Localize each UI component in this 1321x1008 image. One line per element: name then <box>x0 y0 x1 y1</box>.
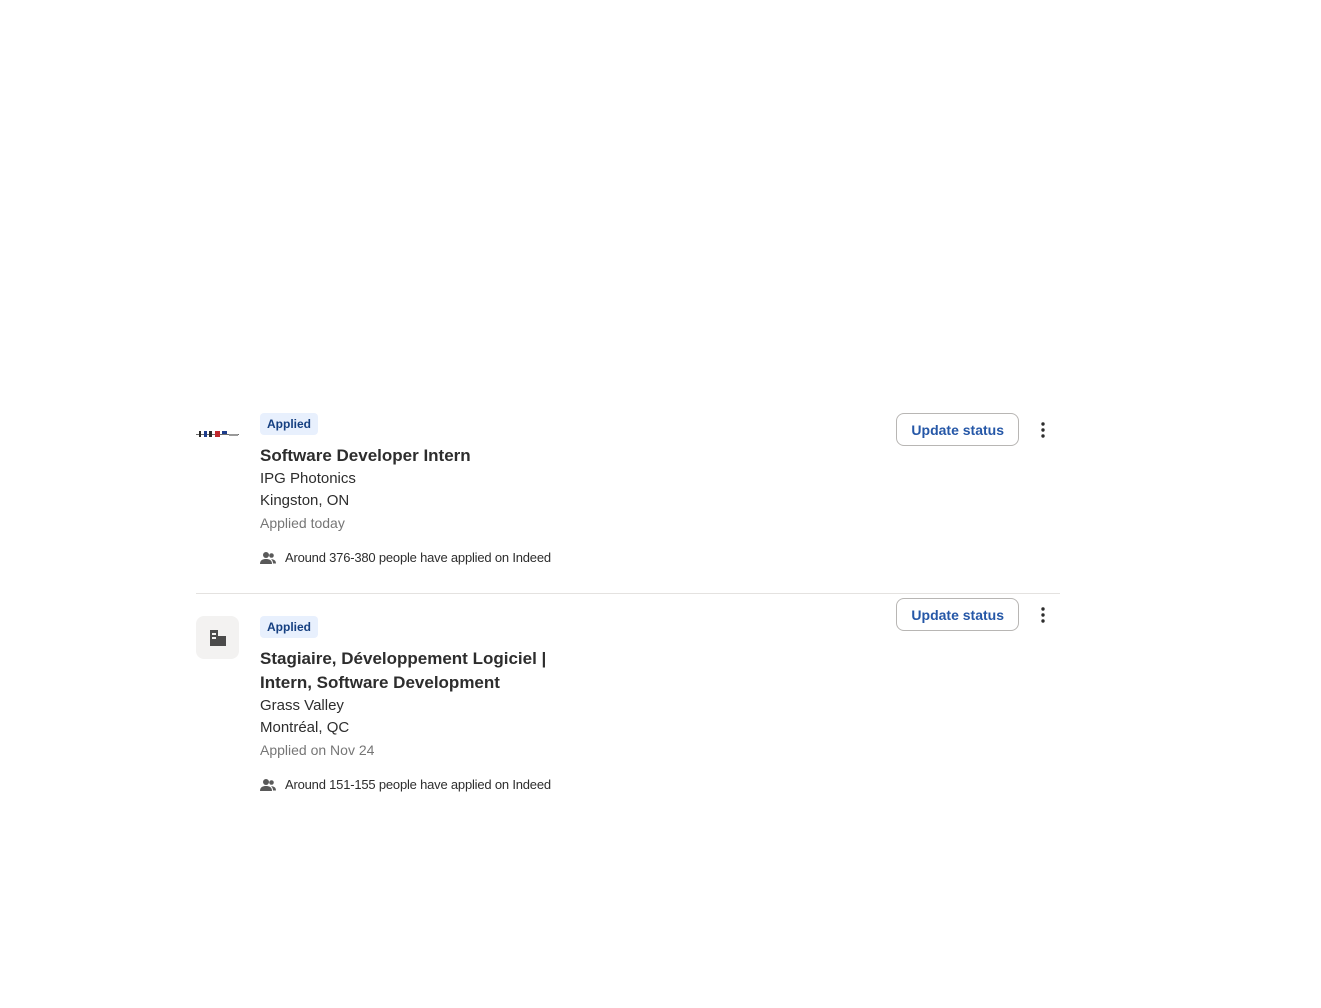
job-actions: Update status <box>896 413 1060 446</box>
company-name: Grass Valley <box>260 697 344 714</box>
company-name: IPG Photonics <box>260 470 356 487</box>
job-title[interactable]: Software Developer Intern <box>260 444 600 468</box>
job-location: Montréal, QC <box>260 719 350 736</box>
applicants-count: Around 376-380 people have applied on In… <box>260 550 1060 565</box>
people-icon <box>260 551 276 564</box>
job-card[interactable]: Applied Software Developer Intern IPG Ph… <box>196 413 1060 594</box>
job-location: Kingston, ON <box>260 492 350 509</box>
update-status-button[interactable]: Update status <box>896 598 1019 631</box>
applicants-text: Around 151-155 people have applied on In… <box>285 777 551 792</box>
job-card[interactable]: Applied Stagiaire, Développement Logicie… <box>196 594 1060 792</box>
status-badge: Applied <box>260 616 318 638</box>
more-options-vertical-icon <box>1041 606 1045 623</box>
update-status-button[interactable]: Update status <box>896 413 1019 446</box>
applied-date: Applied on Nov 24 <box>260 742 375 758</box>
company-logo <box>196 413 239 456</box>
people-icon <box>260 778 276 791</box>
more-options-button[interactable] <box>1027 414 1059 446</box>
more-options-vertical-icon <box>1041 421 1045 438</box>
job-actions: Update status <box>896 598 1060 631</box>
applicants-text: Around 376-380 people have applied on In… <box>285 550 551 565</box>
applicants-count: Around 151-155 people have applied on In… <box>260 777 1060 792</box>
company-logo <box>196 616 239 659</box>
company-building-icon <box>209 629 226 646</box>
applied-date: Applied today <box>260 515 345 531</box>
ipg-photonics-logo <box>196 431 239 437</box>
applied-jobs-list: Applied Software Developer Intern IPG Ph… <box>196 413 1060 792</box>
job-details: Applied Stagiaire, Développement Logicie… <box>260 616 1060 792</box>
status-badge: Applied <box>260 413 318 435</box>
job-title[interactable]: Stagiaire, Développement Logiciel | Inte… <box>260 647 600 695</box>
more-options-button[interactable] <box>1027 599 1059 631</box>
